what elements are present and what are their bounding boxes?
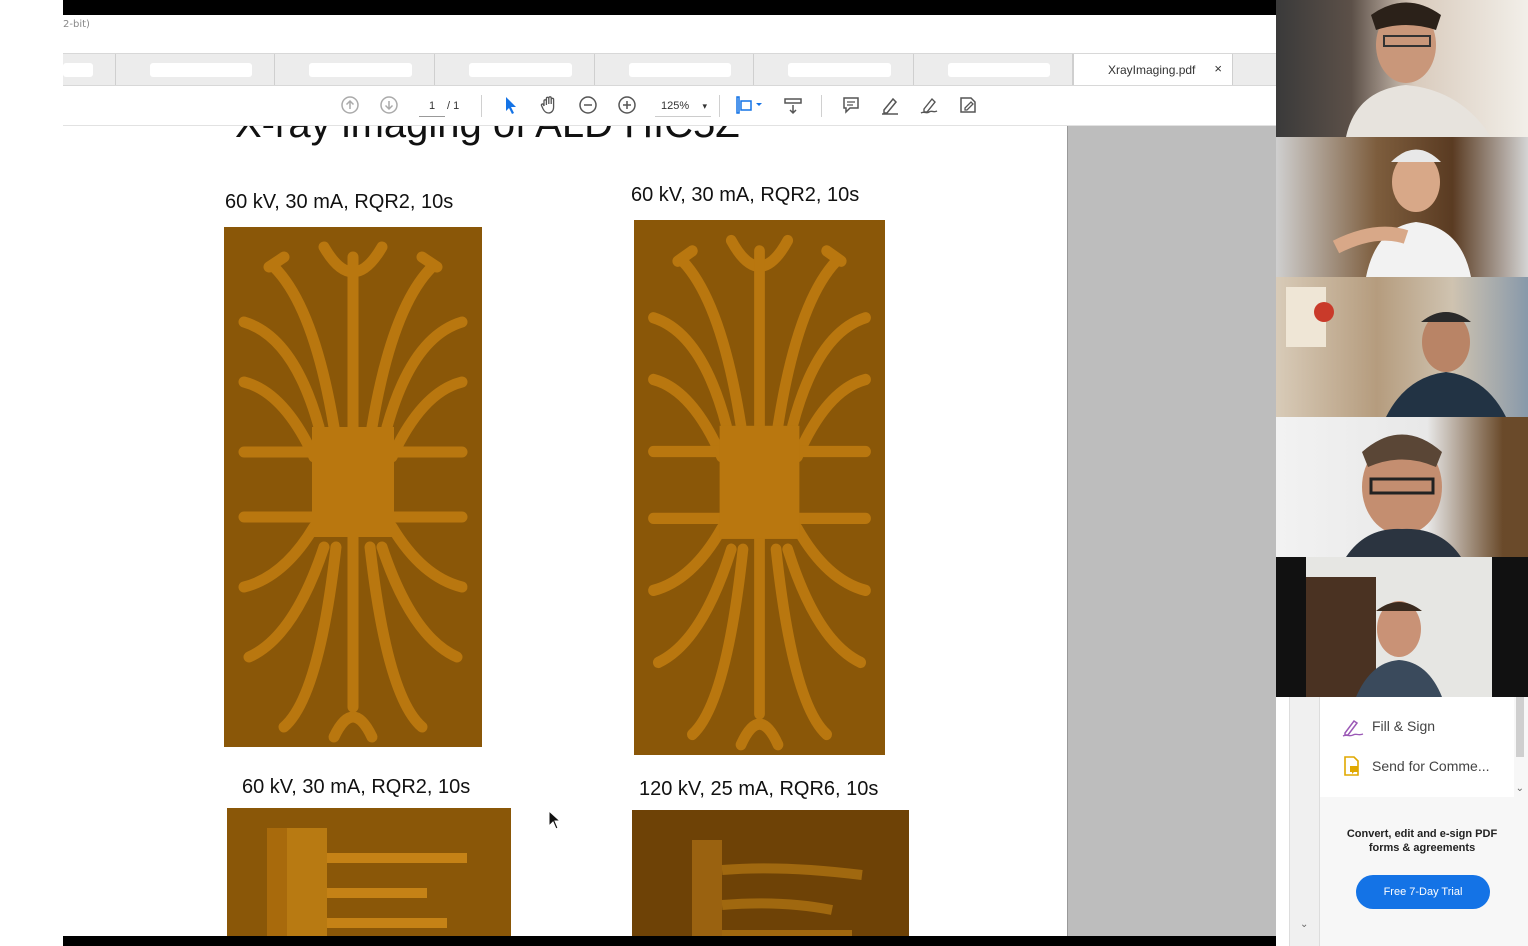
scroll-down-icon[interactable]: ⌄ — [1516, 783, 1524, 794]
edit-export-icon[interactable] — [957, 95, 979, 117]
zoom-level-select[interactable]: 125% ▾ — [655, 96, 711, 117]
tab-7[interactable] — [914, 54, 1073, 85]
tab-xrayimaging[interactable]: XrayImaging.pdf × — [1073, 54, 1233, 85]
tab-1[interactable] — [63, 54, 116, 85]
tab-redacted — [788, 63, 891, 77]
tab-redacted — [150, 63, 252, 77]
chevron-down-icon[interactable]: ⌄ — [1300, 919, 1308, 930]
tab-redacted — [948, 63, 1050, 77]
panel-collapse-strip[interactable]: ⌄ — [1290, 697, 1320, 946]
tools-panel: ⌄ Fill & Sign Send for Comme... ⌄ Conver… — [1289, 697, 1528, 946]
tools-list: Fill & Sign Send for Comme... — [1320, 697, 1514, 797]
page-heading: X-ray imaging of ALD HIC5Z — [235, 126, 740, 147]
tab-redacted — [469, 63, 572, 77]
screen-top-bar — [63, 0, 1276, 15]
fill-sign-icon — [1342, 717, 1364, 737]
send-for-comment-icon — [1342, 756, 1362, 776]
chevron-down-icon: ▾ — [702, 101, 707, 111]
promo-text: Convert, edit and e-sign PDF forms & agr… — [1320, 827, 1524, 855]
page-down-icon[interactable] — [378, 95, 400, 117]
screen-bottom-bar — [63, 936, 1276, 946]
highlight-pen-icon[interactable] — [879, 95, 901, 117]
page-number-input[interactable]: 1 — [419, 96, 445, 117]
sign-icon[interactable] — [918, 95, 940, 117]
participant-video-4[interactable] — [1276, 417, 1528, 557]
participant-video-3[interactable] — [1276, 277, 1528, 417]
toolbar-divider — [481, 95, 482, 117]
page-up-icon[interactable] — [339, 95, 361, 117]
tab-2[interactable] — [116, 54, 275, 85]
tab-label: XrayImaging.pdf — [1108, 63, 1196, 77]
comment-icon[interactable] — [840, 95, 862, 117]
free-trial-button[interactable]: Free 7-Day Trial — [1356, 875, 1490, 909]
image-caption: 60 kV, 30 mA, RQR2, 10s — [242, 776, 471, 798]
zoom-out-icon[interactable] — [577, 95, 599, 117]
pdf-page[interactable]: X-ray imaging of ALD HIC5Z 60 kV, 30 mA,… — [63, 126, 1067, 938]
tool-fill-sign[interactable]: Fill & Sign — [1372, 718, 1435, 734]
tab-4[interactable] — [435, 54, 595, 85]
select-arrow-icon[interactable] — [499, 95, 521, 117]
participant-video-1[interactable] — [1276, 0, 1528, 137]
image-caption: 60 kV, 30 mA, RQR2, 10s — [225, 191, 454, 213]
zoom-in-icon[interactable] — [616, 95, 638, 117]
xray-image — [632, 810, 909, 938]
tab-bar: XrayImaging.pdf × — [63, 53, 1276, 86]
tool-send-for-comment[interactable]: Send for Comme... — [1372, 758, 1490, 774]
pdf-toolbar: 1 / 1 125% ▾ — [63, 86, 1276, 126]
image-caption: 60 kV, 30 mA, RQR2, 10s — [631, 184, 860, 206]
close-tab-icon[interactable]: × — [1214, 61, 1222, 76]
title-strip: 2-bit) — [63, 15, 1276, 53]
page-total: / 1 — [447, 100, 460, 112]
xray-image — [227, 808, 511, 938]
window-title-fragment: 2-bit) — [63, 19, 90, 30]
scrollbar[interactable] — [1516, 697, 1524, 757]
desktop-left-margin — [0, 0, 63, 946]
fit-page-icon[interactable] — [733, 95, 765, 117]
zoom-value: 125% — [661, 100, 690, 112]
participant-video-2[interactable] — [1276, 137, 1528, 277]
mouse-cursor-icon — [548, 809, 562, 835]
scroll-mode-icon[interactable] — [782, 95, 804, 117]
hand-tool-icon[interactable] — [538, 95, 560, 117]
xray-image — [224, 227, 482, 747]
promo-line-1: Convert, edit and e-sign PDF — [1346, 828, 1498, 840]
tab-redacted — [63, 63, 93, 77]
image-caption: 120 kV, 25 mA, RQR6, 10s — [639, 778, 879, 800]
xray-image — [634, 220, 885, 755]
promo-line-2: forms & agreements — [1368, 842, 1476, 854]
toolbar-divider — [719, 95, 720, 117]
toolbar-divider — [821, 95, 822, 117]
participant-video-5[interactable] — [1276, 557, 1528, 697]
tab-5[interactable] — [595, 54, 754, 85]
tab-redacted — [629, 63, 731, 77]
tab-redacted — [309, 63, 412, 77]
viewer-background — [1067, 126, 1276, 938]
tab-3[interactable] — [275, 54, 435, 85]
tab-6[interactable] — [754, 54, 914, 85]
